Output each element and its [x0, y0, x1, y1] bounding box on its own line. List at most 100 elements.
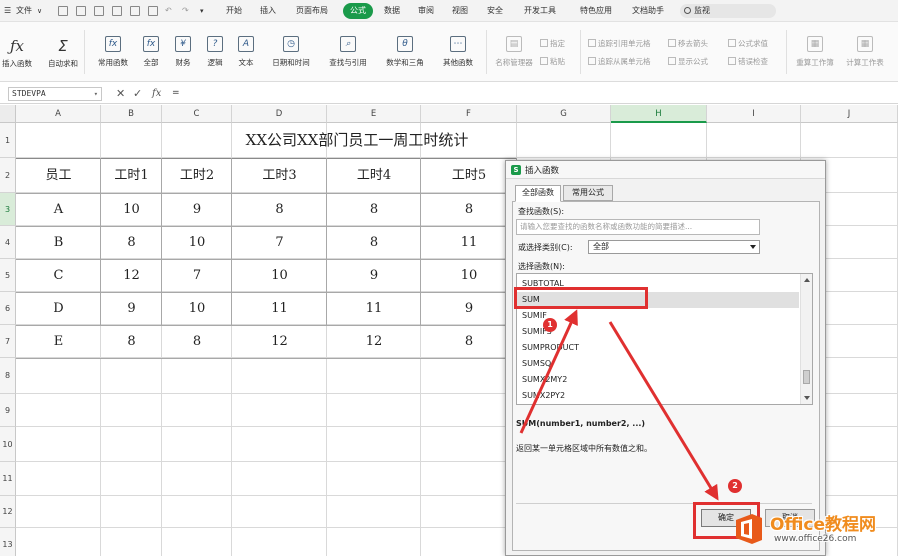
scroll-up-icon[interactable]: [804, 278, 810, 282]
undo-icon[interactable]: ↶: [165, 4, 172, 18]
table-cell[interactable]: 10: [162, 292, 232, 325]
row-header-11[interactable]: 11: [0, 462, 16, 496]
save-icon[interactable]: [94, 6, 104, 16]
ribbon-search-box[interactable]: 监视: [680, 4, 776, 18]
table-cell[interactable]: 11: [327, 292, 421, 325]
column-header-i[interactable]: I: [707, 105, 801, 123]
row-header-6[interactable]: 6: [0, 292, 16, 325]
menu-insert[interactable]: 插入: [260, 4, 276, 18]
table-cell[interactable]: E: [16, 325, 101, 358]
table-header-cell[interactable]: 工时1: [101, 158, 162, 193]
column-header-c[interactable]: C: [162, 105, 232, 123]
logical-button[interactable]: ? 逻辑: [206, 36, 224, 67]
table-cell[interactable]: 7: [162, 259, 232, 292]
name-box-chevron-icon[interactable]: ▾: [94, 88, 98, 100]
lookup-reference-button[interactable]: ⌕ 查找与引用: [329, 36, 367, 67]
table-cell[interactable]: 12: [327, 325, 421, 358]
table-header-cell[interactable]: 工时5: [421, 158, 517, 193]
category-select[interactable]: 全部: [588, 240, 760, 254]
name-manager-button[interactable]: ▤ 名称管理器: [495, 36, 533, 67]
quick-access-chevron-icon[interactable]: ▾: [200, 4, 204, 18]
table-cell[interactable]: 12: [101, 259, 162, 292]
menu-security[interactable]: 安全: [487, 4, 503, 18]
more-functions-button[interactable]: ⋯ 其他函数: [443, 36, 473, 67]
print-preview-icon[interactable]: [130, 6, 140, 16]
table-cell[interactable]: 8: [327, 226, 421, 259]
insert-function-button[interactable]: ƒx 插入函数: [2, 36, 32, 68]
table-cell[interactable]: 10: [162, 226, 232, 259]
table-cell[interactable]: 11: [421, 226, 517, 259]
table-cell[interactable]: 10: [101, 193, 162, 226]
confirm-edit-icon[interactable]: ✓: [133, 86, 142, 101]
table-cell[interactable]: A: [16, 193, 101, 226]
column-header-f[interactable]: F: [421, 105, 517, 123]
menu-doc-assistant[interactable]: 文档助手: [632, 4, 664, 18]
table-cell[interactable]: 7: [232, 226, 327, 259]
show-formulas-button[interactable]: 显示公式: [668, 56, 708, 67]
autosum-button[interactable]: Σ 自动求和: [48, 36, 78, 68]
row-header-1[interactable]: 1: [0, 123, 16, 158]
table-cell[interactable]: D: [16, 292, 101, 325]
menu-developer[interactable]: 开发工具: [524, 4, 556, 18]
common-functions-button[interactable]: fx 常用函数: [98, 36, 128, 67]
table-cell[interactable]: 8: [162, 325, 232, 358]
name-box[interactable]: STDEVPA ▾: [8, 87, 102, 101]
chevron-down-icon[interactable]: ∨: [37, 4, 42, 18]
table-cell[interactable]: C: [16, 259, 101, 292]
function-item-sumproduct[interactable]: SUMPRODUCT: [517, 340, 799, 356]
table-cell[interactable]: 8: [327, 193, 421, 226]
open-folder-icon[interactable]: [76, 6, 86, 16]
table-cell[interactable]: 11: [232, 292, 327, 325]
scroll-down-icon[interactable]: [804, 396, 810, 400]
menu-home[interactable]: 开始: [226, 4, 242, 18]
remove-arrows-button[interactable]: 移去箭头: [668, 38, 708, 49]
table-cell[interactable]: 8: [421, 193, 517, 226]
column-header-d[interactable]: D: [232, 105, 327, 123]
function-item-sumx2my2[interactable]: SUMX2MY2: [517, 372, 799, 388]
formula-input[interactable]: =: [172, 86, 892, 101]
column-header-h[interactable]: H: [611, 105, 707, 123]
calc-sheet-button[interactable]: ▦ 计算工作表: [846, 36, 884, 67]
table-cell[interactable]: 9: [421, 292, 517, 325]
table-cell[interactable]: 8: [101, 325, 162, 358]
column-header-e[interactable]: E: [327, 105, 421, 123]
recalc-workbook-button[interactable]: ▦ 重算工作簿: [796, 36, 834, 67]
all-functions-button[interactable]: fx 全部: [142, 36, 160, 67]
row-header-4[interactable]: 4: [0, 226, 16, 259]
row-header-2[interactable]: 2: [0, 158, 16, 193]
function-item-sumif[interactable]: SUMIF: [517, 308, 799, 324]
dropdown-arrow-icon[interactable]: [750, 245, 756, 249]
paste-name-button[interactable]: 粘贴: [540, 56, 565, 67]
error-check-button[interactable]: 错误检查: [728, 56, 768, 67]
column-header-a[interactable]: A: [16, 105, 101, 123]
menu-view[interactable]: 视图: [452, 4, 468, 18]
fx-icon[interactable]: fx: [152, 86, 161, 101]
cancel-edit-icon[interactable]: ✕: [116, 86, 125, 101]
evaluate-formula-button[interactable]: 公式求值: [728, 38, 768, 49]
table-cell[interactable]: 8: [232, 193, 327, 226]
table-cell[interactable]: 9: [327, 259, 421, 292]
trace-precedents-button[interactable]: 追踪引用单元格: [588, 38, 651, 49]
row-header-3[interactable]: 3: [0, 193, 16, 226]
select-all-corner[interactable]: [0, 105, 16, 123]
table-cell[interactable]: 9: [162, 193, 232, 226]
math-trig-button[interactable]: θ 数学和三角: [386, 36, 424, 67]
menu-page-layout[interactable]: 页面布局: [296, 4, 328, 18]
table-cell[interactable]: 10: [421, 259, 517, 292]
row-header-13[interactable]: 13: [0, 528, 16, 556]
dialog-titlebar[interactable]: S 插入函数: [506, 161, 825, 179]
function-item-sumsq[interactable]: SUMSQ: [517, 356, 799, 372]
trace-dependents-button[interactable]: 追踪从属单元格: [588, 56, 651, 67]
table-header-cell[interactable]: 工时4: [327, 158, 421, 193]
table-header-cell[interactable]: 工时3: [232, 158, 327, 193]
function-list-scrollbar[interactable]: [800, 274, 812, 404]
redo-icon[interactable]: ↷: [182, 4, 189, 18]
table-cell[interactable]: 8: [101, 226, 162, 259]
table-cell[interactable]: 9: [101, 292, 162, 325]
table-cell[interactable]: 12: [232, 325, 327, 358]
menu-review[interactable]: 审阅: [418, 4, 434, 18]
column-header-j[interactable]: J: [801, 105, 898, 123]
column-header-g[interactable]: G: [517, 105, 611, 123]
row-header-7[interactable]: 7: [0, 325, 16, 358]
tab-all-functions[interactable]: 全部函数: [515, 185, 561, 202]
